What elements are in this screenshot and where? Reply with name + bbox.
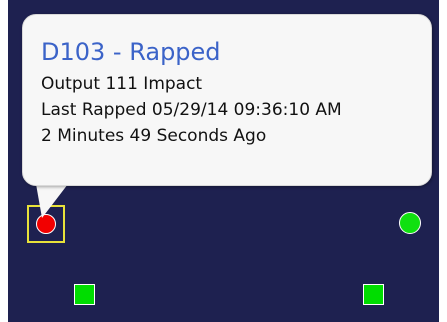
- tooltip-output-line: Output 111 Impact: [41, 74, 203, 94]
- status-square-ok-2[interactable]: [363, 284, 384, 305]
- tooltip-tail: [36, 184, 68, 218]
- tooltip-last-rapped-line: Last Rapped 05/29/14 09:36:10 AM: [41, 100, 342, 120]
- canvas: D103 - Rapped Output 111 Impact Last Rap…: [0, 0, 447, 322]
- status-square-ok-1[interactable]: [74, 284, 95, 305]
- device-tooltip: D103 - Rapped Output 111 Impact Last Rap…: [22, 14, 432, 186]
- tooltip-elapsed-line: 2 Minutes 49 Seconds Ago: [41, 126, 267, 146]
- tooltip-title: D103 - Rapped: [41, 38, 221, 66]
- status-dot-ok[interactable]: [399, 212, 421, 234]
